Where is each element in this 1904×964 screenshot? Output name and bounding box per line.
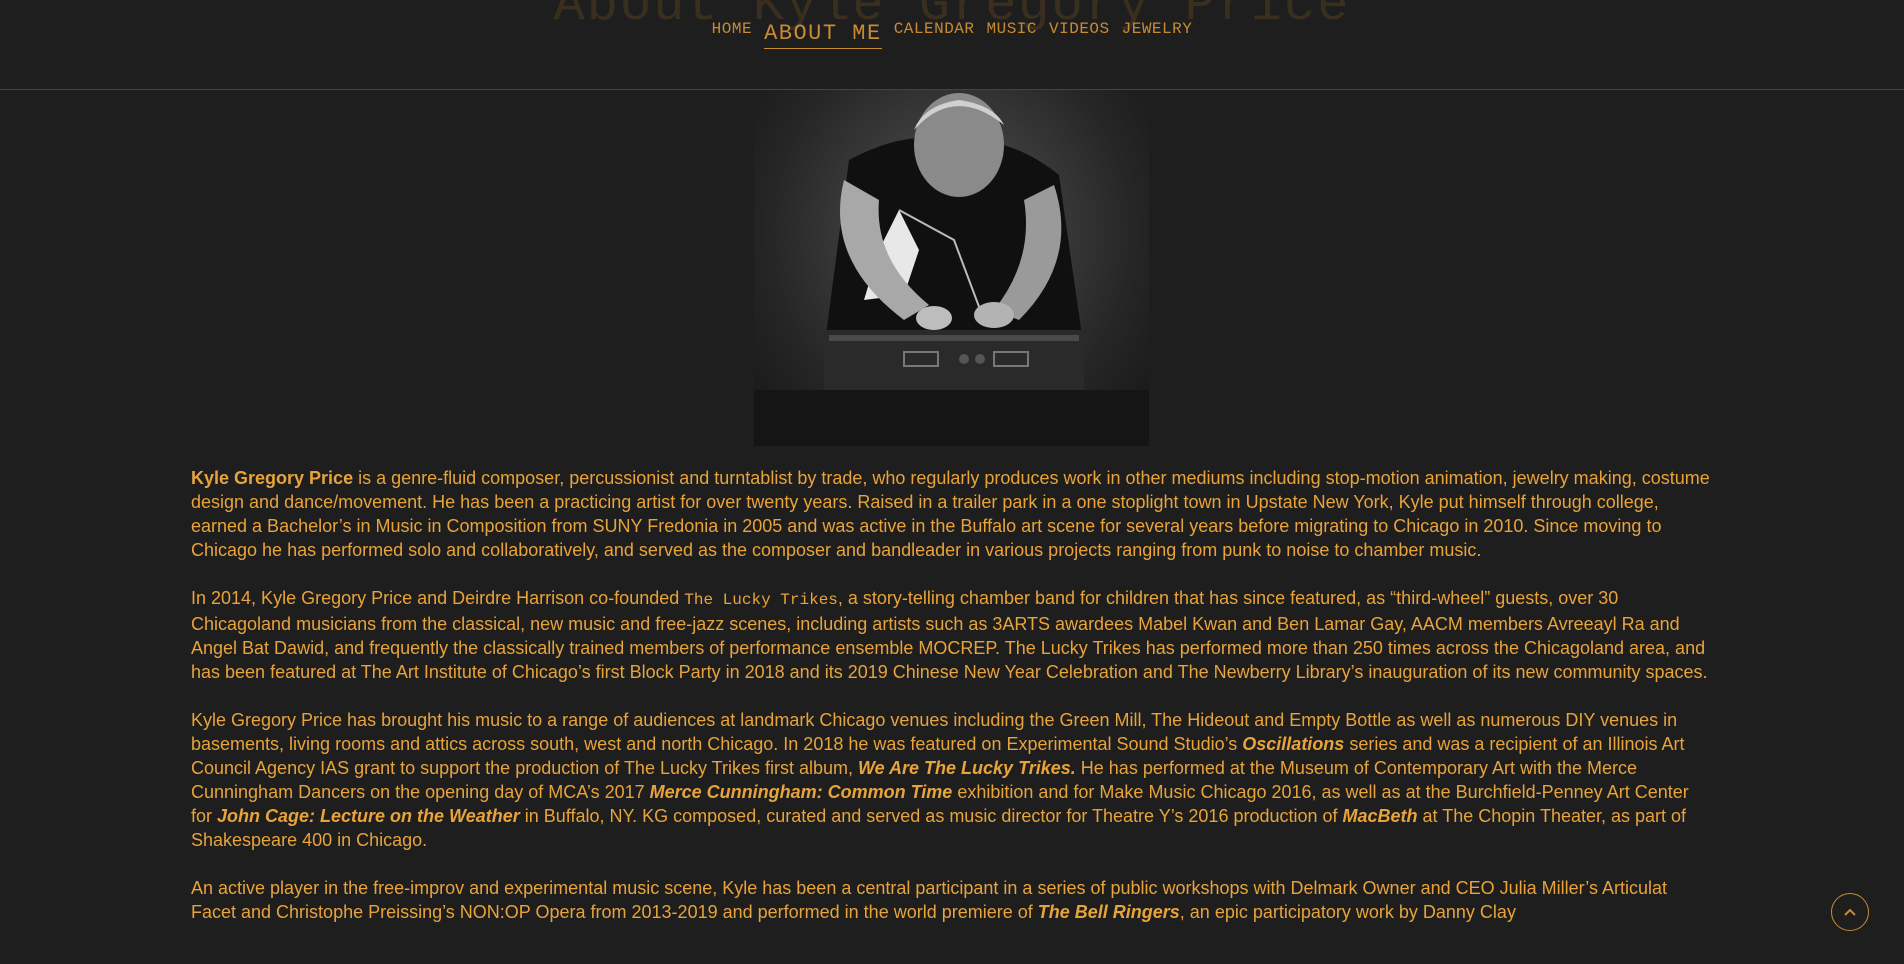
nav-about-me[interactable]: ABOUT ME <box>764 21 882 49</box>
bio-paragraph: An active player in the free-improv and … <box>191 878 1667 922</box>
site-header: About Kyle Gregory Price HOME ABOUT ME C… <box>0 0 1904 90</box>
nav-videos[interactable]: VIDEOS <box>1049 20 1110 42</box>
artist-photo <box>754 90 1149 446</box>
chevron-up-icon <box>1844 908 1856 916</box>
nav-home[interactable]: HOME <box>712 20 752 42</box>
band-name: The Lucky Trikes <box>684 591 838 609</box>
artist-name: Kyle Gregory Price <box>191 468 354 488</box>
bio-paragraph: Kyle Gregory Price is a genre-fluid comp… <box>191 468 1710 560</box>
artist-photo-illustration <box>754 93 1149 446</box>
bio-paragraph: Kyle Gregory Price has brought his music… <box>191 710 1689 850</box>
bio-content: Kyle Gregory Price is a genre-fluid comp… <box>191 466 1711 948</box>
nav-jewelry[interactable]: JEWELRY <box>1122 20 1193 42</box>
bio-paragraph: In 2014, Kyle Gregory Price and Deirdre … <box>191 588 1708 682</box>
nav-music[interactable]: MUSIC <box>987 20 1038 42</box>
nav-calendar[interactable]: CALENDAR <box>894 20 975 42</box>
scroll-to-top-button[interactable] <box>1831 893 1869 931</box>
main-nav: HOME ABOUT ME CALENDAR MUSIC VIDEOS JEWE… <box>0 20 1904 49</box>
